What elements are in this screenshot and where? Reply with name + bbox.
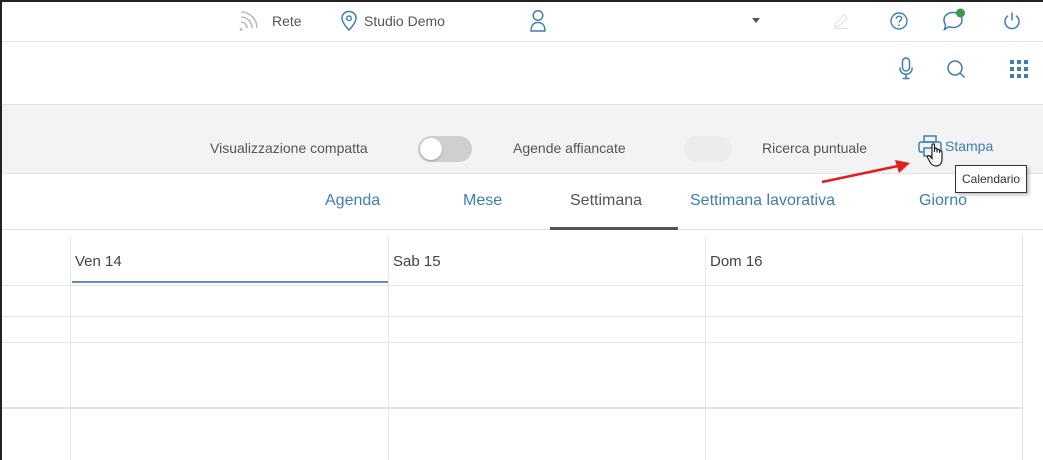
power-icon [1002,11,1022,31]
tooltip-text: Calendario [962,172,1021,186]
search-icon [946,59,966,84]
studio-label: Studio Demo [364,13,445,29]
print-tooltip: Calendario [955,165,1028,193]
compact-view-label: Visualizzazione compatta [210,140,368,156]
notifications-button[interactable] [940,2,968,40]
active-tab-indicator [550,227,678,230]
day-label: Dom 16 [710,253,763,270]
grid-apps-icon [1010,59,1028,83]
help-icon [889,11,909,31]
day-label: Ven 14 [75,253,122,270]
current-day-indicator [72,281,388,283]
microphone-button[interactable] [892,56,920,87]
top-bar: Rete Studio Demo [2,2,1043,42]
microphone-icon [898,56,914,87]
edit-button[interactable] [832,2,850,40]
tab-week[interactable]: Settimana [570,192,642,210]
tab-day[interactable]: Giorno [919,192,967,210]
wifi-icon [238,11,260,31]
tab-agenda[interactable]: Agenda [325,192,380,210]
week-calendar-grid: Ven 14 Sab 15 Dom 16 [2,236,1023,460]
day-label: Sab 15 [393,253,441,270]
user-icon [529,9,547,33]
annotation-arrow [821,160,910,184]
logout-button[interactable] [1002,2,1022,40]
apps-menu-button[interactable] [1005,57,1033,85]
grid-line [2,407,1023,409]
compact-view-toggle[interactable] [418,136,472,162]
chat-notification-icon [940,8,968,34]
day-header-friday[interactable]: Ven 14 [70,236,388,286]
day-header-saturday[interactable]: Sab 15 [388,236,705,286]
secondary-bar [2,43,1043,100]
network-label: Rete [272,13,302,29]
tab-work-week[interactable]: Settimana lavorativa [690,192,835,210]
help-button[interactable] [889,2,909,40]
caret-down-icon [751,18,761,24]
print-label: Stampa [945,138,994,154]
user-profile-button[interactable] [529,2,547,40]
user-dropdown-toggle[interactable] [751,2,761,40]
day-header-sunday[interactable]: Dom 16 [705,236,1023,286]
grid-line [2,342,1023,343]
grid-line [2,316,1023,317]
search-button[interactable] [942,57,970,85]
toggle-knob [420,138,442,160]
location-pin-icon [340,10,358,32]
studio-selector[interactable]: Studio Demo [340,2,445,40]
side-by-side-toggle[interactable] [684,136,732,162]
network-indicator[interactable]: Rete [238,2,302,40]
side-by-side-label: Agende affiancate [513,140,626,156]
pencil-icon [832,12,850,30]
hand-cursor-icon [926,143,943,167]
grid-line [2,285,1023,286]
tab-month[interactable]: Mese [463,192,502,210]
